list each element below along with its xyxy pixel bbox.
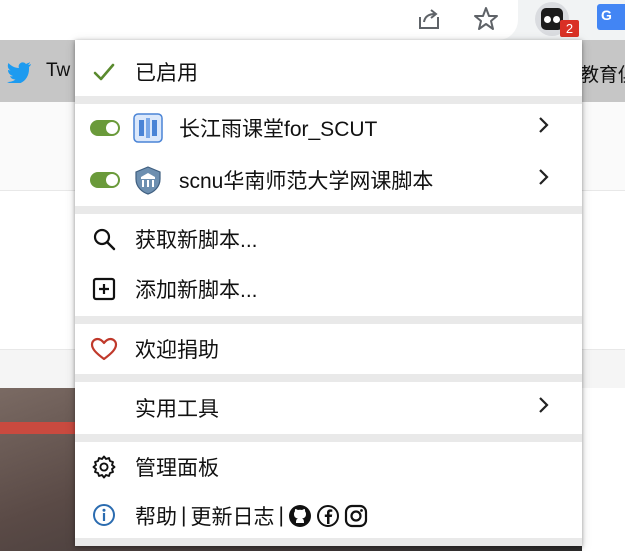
plus-square-icon	[91, 276, 117, 302]
gear-icon	[91, 454, 117, 480]
menu-item-utilities[interactable]: 实用工具	[75, 382, 582, 434]
github-icon[interactable]	[288, 504, 312, 528]
search-icon	[91, 226, 117, 252]
page-right-margin	[582, 388, 625, 551]
twitter-bird-icon[interactable]	[6, 61, 32, 88]
google-translate-icon[interactable]: G	[597, 4, 625, 30]
extension-badge: 2	[560, 20, 579, 37]
menu-item-add-script[interactable]: 添加新脚本...	[75, 264, 582, 314]
add-script-label: 添加新脚本...	[135, 279, 258, 302]
scnu-script-icon	[133, 165, 163, 195]
menu-separator	[75, 316, 582, 324]
info-icon	[91, 502, 117, 528]
menu-item-dashboard[interactable]: 管理面板	[75, 442, 582, 492]
utilities-label: 实用工具	[135, 398, 219, 421]
menu-item-script-1[interactable]: 长江雨课堂for_SCUT	[75, 104, 582, 152]
script-2-toggle[interactable]	[90, 172, 120, 188]
checkmark-icon	[91, 60, 117, 84]
get-scripts-label: 获取新脚本...	[135, 229, 258, 252]
menu-item-enabled[interactable]: 已启用	[75, 48, 582, 96]
link-divider: |	[181, 504, 187, 527]
menu-item-donate[interactable]: 欢迎捐助	[75, 324, 582, 374]
bookmark-education[interactable]: 教育俱	[580, 60, 625, 87]
menu-bottom-strip	[75, 538, 582, 546]
chevron-right-icon[interactable]	[537, 395, 551, 421]
facebook-icon[interactable]	[316, 504, 340, 528]
bookmark-star-icon[interactable]	[471, 4, 501, 34]
link-divider: |	[278, 504, 284, 527]
enabled-label: 已启用	[135, 62, 198, 85]
tampermonkey-popup-menu: 已启用 长江雨课堂for_SCUT scnu华南师范大学网课脚本 获取新脚本..…	[75, 40, 582, 546]
changelog-link[interactable]: 更新日志	[190, 501, 274, 531]
menu-item-help-row: 帮助 | 更新日志 |	[75, 492, 582, 538]
menu-separator	[75, 374, 582, 382]
heart-icon	[90, 336, 118, 362]
chevron-right-icon[interactable]	[537, 115, 551, 141]
donate-label: 欢迎捐助	[135, 339, 219, 362]
photo-red-stripe	[0, 422, 76, 434]
dashboard-label: 管理面板	[135, 457, 219, 480]
menu-item-get-scripts[interactable]: 获取新脚本...	[75, 214, 582, 264]
menu-separator	[75, 206, 582, 214]
script-2-name: scnu华南师范大学网课脚本	[179, 170, 434, 193]
menu-separator	[75, 434, 582, 442]
bookmark-twitter[interactable]: Tw	[46, 60, 70, 82]
script-1-name: 长江雨课堂for_SCUT	[179, 118, 378, 141]
menu-item-script-2[interactable]: scnu华南师范大学网课脚本	[75, 156, 582, 204]
help-link[interactable]: 帮助	[135, 501, 177, 531]
script-1-toggle[interactable]	[90, 120, 120, 136]
yuketang-script-icon	[133, 113, 163, 143]
chevron-right-icon[interactable]	[537, 167, 551, 193]
instagram-icon[interactable]	[344, 504, 368, 528]
menu-separator	[75, 96, 582, 104]
share-icon[interactable]	[414, 4, 444, 34]
